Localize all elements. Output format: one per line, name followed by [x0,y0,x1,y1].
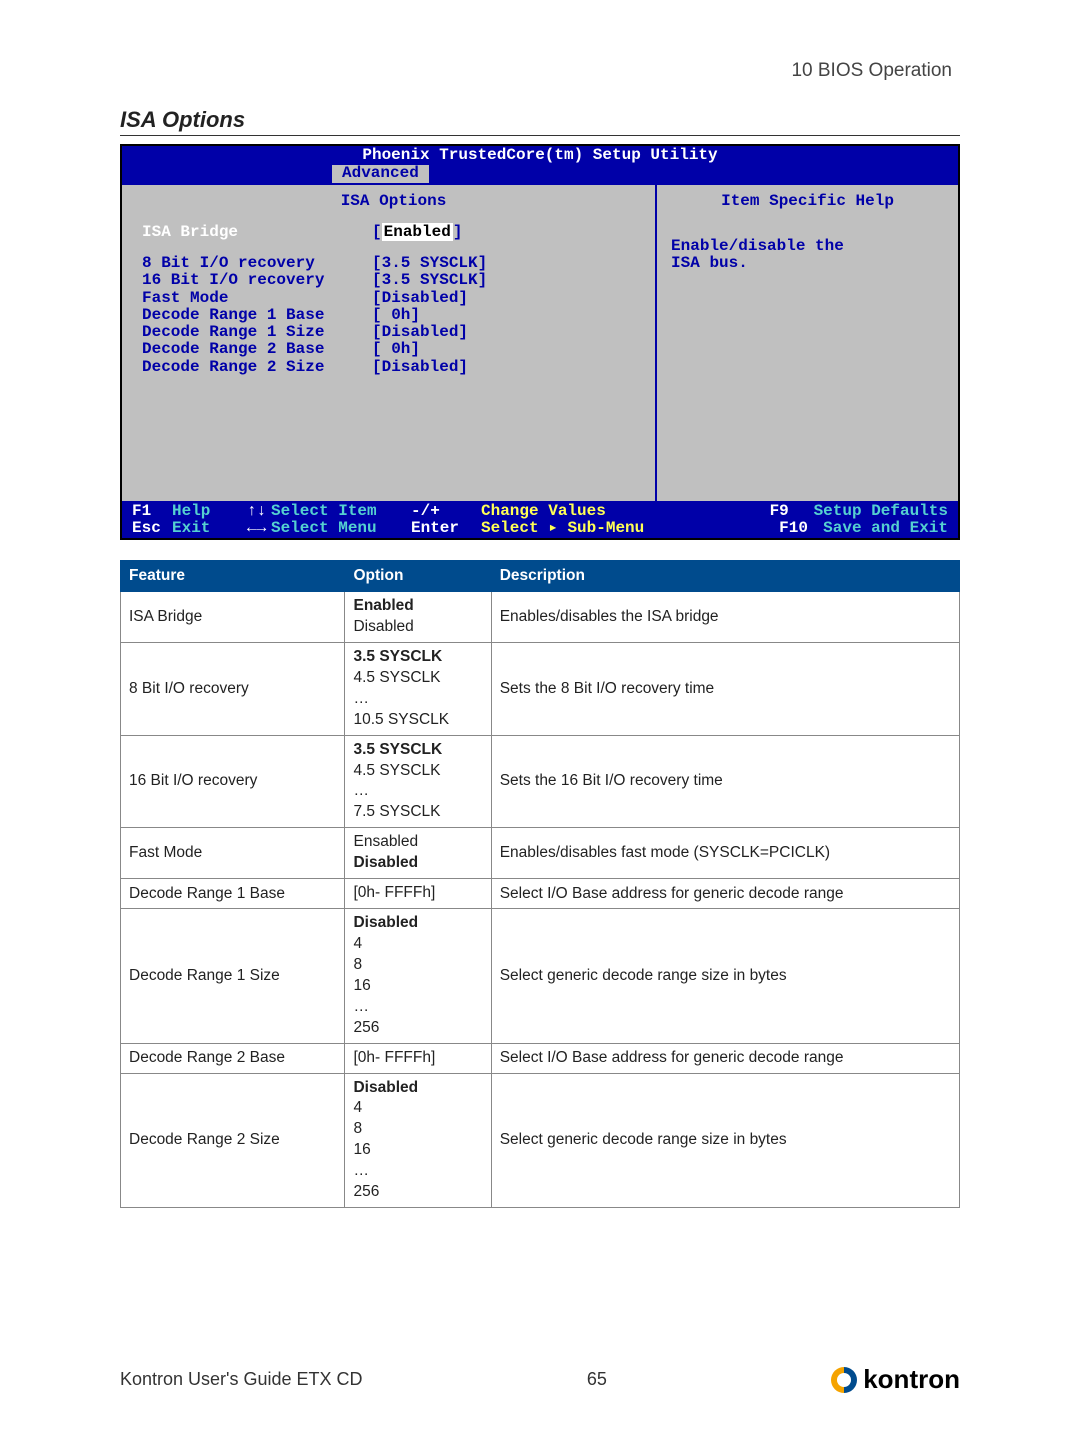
bios-help-text-2: ISA bus. [671,255,944,272]
bios-arrows-lr-icon: ←→ [247,520,271,537]
cell-description: Enables/disables fast mode (SYSCLK=PCICL… [491,828,959,879]
col-option: Option [345,561,491,592]
bios-item-dr1size[interactable]: Decode Range 1 Size [142,324,372,341]
cell-option: 3.5 SYSCLK 4.5 SYSCLK … 10.5 SYSCLK [345,642,491,735]
cell-description: Select I/O Base address for generic deco… [491,1043,959,1073]
kontron-logo-text: kontron [863,1364,960,1395]
cell-option: Enabled Disabled [345,592,491,643]
kontron-logo-icon [831,1367,857,1393]
bios-item-dr2base[interactable]: Decode Range 2 Base [142,341,372,358]
bios-key-esc: Esc [132,520,172,537]
cell-feature: Decode Range 2 Size [121,1073,345,1208]
bios-left-pane: ISA Options ISA Bridge [Enabled] 8 Bit I… [122,185,657,501]
bios-key-f9: F9 [770,503,814,520]
kontron-logo: kontron [831,1364,960,1395]
bios-item-dr2size[interactable]: Decode Range 2 Size [142,359,372,376]
bios-item-dr1base[interactable]: Decode Range 1 Base [142,307,372,324]
section-title: ISA Options [120,107,960,136]
bios-key-plusminus: -/+ [411,503,481,520]
bios-item-isa-bridge[interactable]: ISA Bridge [142,224,372,241]
bios-label-select-item: Select Item [271,503,411,520]
bios-value-8bit[interactable]: [3.5 SYSCLK] [372,255,487,272]
bios-label-save-exit: Save and Exit [823,520,948,537]
table-row: Decode Range 2 Base [0h- FFFFh] Select I… [121,1043,960,1073]
options-table: Feature Option Description ISA Bridge En… [120,560,960,1208]
cell-option: Ensabled Disabled [345,828,491,879]
table-row: Decode Range 1 Size Disabled 4 8 16 … 25… [121,909,960,1044]
cell-description: Sets the 16 Bit I/O recovery time [491,735,959,828]
bios-item-fastmode[interactable]: Fast Mode [142,290,372,307]
bios-label-select-menu: Select Menu [271,520,411,537]
footer-guide-name: Kontron User's Guide ETX CD [120,1369,363,1390]
table-row: Decode Range 2 Size Disabled 4 8 16 … 25… [121,1073,960,1208]
bios-key-f10: F10 [779,520,823,537]
bios-value-dr2size[interactable]: [Disabled] [372,359,468,376]
bios-value-dr2base[interactable]: [ 0h] [372,341,420,358]
bios-key-enter: Enter [411,520,481,537]
page-footer: Kontron User's Guide ETX CD 65 kontron [120,1364,960,1395]
cell-description: Select generic decode range size in byte… [491,1073,959,1208]
table-row: 16 Bit I/O recovery 3.5 SYSCLK 4.5 SYSCL… [121,735,960,828]
bios-title: Phoenix TrustedCore(tm) Setup Utility [122,146,958,165]
bios-value-isa-bridge[interactable]: Enabled [382,223,453,241]
cell-description: Enables/disables the ISA bridge [491,592,959,643]
cell-feature: Decode Range 1 Base [121,879,345,909]
cell-feature: Decode Range 2 Base [121,1043,345,1073]
table-row: Fast Mode Ensabled Disabled Enables/disa… [121,828,960,879]
cell-description: Select generic decode range size in byte… [491,909,959,1044]
bios-label-select-submenu: Select ▸ Sub-Menu [481,520,779,537]
bios-tab-bar: Advanced [122,165,958,182]
bios-value-dr1base[interactable]: [ 0h] [372,307,420,324]
table-row: ISA Bridge Enabled Disabled Enables/disa… [121,592,960,643]
chapter-header: 10 BIOS Operation [120,60,960,82]
table-row: 8 Bit I/O recovery 3.5 SYSCLK 4.5 SYSCLK… [121,642,960,735]
cell-feature: Fast Mode [121,828,345,879]
col-feature: Feature [121,561,345,592]
bios-help-text-1: Enable/disable the [671,238,944,255]
bios-key-help: Help [172,503,247,520]
cell-feature: 16 Bit I/O recovery [121,735,345,828]
cell-feature: 8 Bit I/O recovery [121,642,345,735]
cell-description: Sets the 8 Bit I/O recovery time [491,642,959,735]
bios-key-f1: F1 [132,503,172,520]
cell-feature: Decode Range 1 Size [121,909,345,1044]
cell-description: Select I/O Base address for generic deco… [491,879,959,909]
bios-footer: F1 Help ↑↓ Select Item -/+ Change Values… [122,503,958,539]
cell-option: 3.5 SYSCLK 4.5 SYSCLK … 7.5 SYSCLK [345,735,491,828]
cell-option: Disabled 4 8 16 … 256 [345,1073,491,1208]
col-description: Description [491,561,959,592]
cell-feature: ISA Bridge [121,592,345,643]
table-row: Decode Range 1 Base [0h- FFFFh] Select I… [121,879,960,909]
bios-item-8bit[interactable]: 8 Bit I/O recovery [142,255,372,272]
bios-value-16bit[interactable]: [3.5 SYSCLK] [372,272,487,289]
bios-left-title: ISA Options [142,193,645,210]
cell-option: Disabled 4 8 16 … 256 [345,909,491,1044]
bios-key-exit: Exit [172,520,247,537]
bios-screenshot: Phoenix TrustedCore(tm) Setup Utility Ad… [120,144,960,540]
bios-value-fastmode[interactable]: [Disabled] [372,290,468,307]
bios-help-pane: Item Specific Help Enable/disable the IS… [657,185,958,501]
bios-value-dr1size[interactable]: [Disabled] [372,324,468,341]
bios-tab-advanced[interactable]: Advanced [332,165,429,182]
bios-right-title: Item Specific Help [671,193,944,210]
bios-label-setup-defaults: Setup Defaults [814,503,948,520]
bios-label-change-values: Change Values [481,503,770,520]
cell-option: [0h- FFFFh] [345,879,491,909]
bios-item-16bit[interactable]: 16 Bit I/O recovery [142,272,372,289]
bios-arrows-ud-icon: ↑↓ [247,503,271,520]
footer-page-number: 65 [587,1369,607,1390]
cell-option: [0h- FFFFh] [345,1043,491,1073]
